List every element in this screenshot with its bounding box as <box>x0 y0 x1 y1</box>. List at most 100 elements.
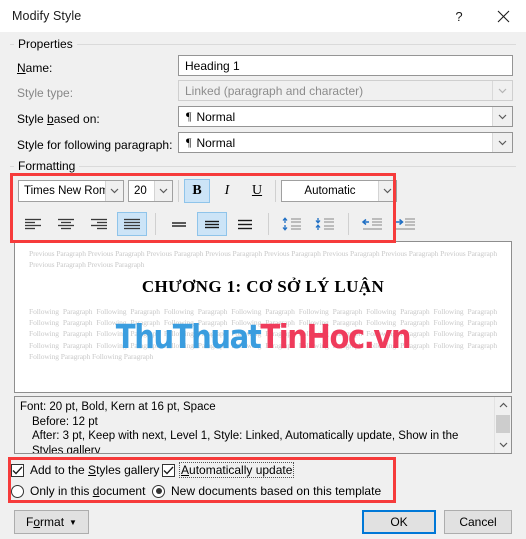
align-justify-icon <box>124 218 140 229</box>
line-spacing-single-button[interactable] <box>164 212 194 236</box>
line-spacing-double-button[interactable] <box>230 212 260 236</box>
toolbar-separator <box>178 180 179 202</box>
decrease-indent-icon <box>361 218 382 230</box>
only-in-this-document-radio[interactable]: Only in this document <box>11 484 145 498</box>
font-size-value: 20 <box>134 185 147 197</box>
font-family-value: Times New Roman <box>24 185 105 197</box>
line-spacing-1-5-button[interactable] <box>197 212 227 236</box>
style-based-on-dropdown[interactable]: ¶ Normal <box>178 106 513 127</box>
style-following-dropdown[interactable]: ¶ Normal <box>178 132 513 153</box>
chevron-down-icon[interactable] <box>492 107 512 126</box>
automatically-update-checkbox[interactable]: Automatically update <box>162 462 295 478</box>
close-icon <box>497 10 509 22</box>
spacing-before-icon <box>282 217 301 231</box>
chevron-down-icon[interactable] <box>105 181 123 201</box>
new-documents-radio[interactable]: New documents based on this template <box>152 484 381 498</box>
chevron-down-icon <box>492 81 512 100</box>
align-left-button[interactable] <box>18 212 48 236</box>
style-type-label: Style type: <box>17 86 74 100</box>
scrollbar-thumb[interactable] <box>496 415 510 433</box>
style-following-value: Normal <box>196 135 236 150</box>
spacing-before-button[interactable] <box>277 212 307 236</box>
bold-button[interactable]: B <box>184 179 210 203</box>
radio-dot <box>155 488 162 494</box>
only-in-this-document-label: Only in this document <box>30 484 146 498</box>
style-type-label-row: Style type: <box>17 82 73 104</box>
preview-heading: CHƯƠNG 1: CƠ SỞ LÝ LUẬN <box>141 277 385 296</box>
title-bar: Modify Style ? <box>0 0 526 32</box>
help-button[interactable]: ? <box>438 0 480 32</box>
name-value: Heading 1 <box>185 58 240 73</box>
font-color-combo[interactable]: Automatic <box>281 180 397 202</box>
toolbar-separator <box>155 213 156 235</box>
align-justify-button[interactable] <box>117 212 147 236</box>
pilcrow-icon: ¶ <box>186 109 192 123</box>
align-left-icon <box>25 218 41 229</box>
name-label-row: Name: <box>17 57 52 79</box>
cancel-button-label: Cancel <box>459 515 497 529</box>
style-following-label: Style for following paragraph: <box>17 138 173 152</box>
line-spacing-1-5-icon <box>205 220 219 228</box>
properties-group-line <box>10 44 516 45</box>
scroll-up-arrow-icon[interactable] <box>495 397 511 413</box>
cancel-button[interactable]: Cancel <box>444 510 512 534</box>
spacing-after-button[interactable] <box>310 212 340 236</box>
radio-box <box>152 484 165 498</box>
add-to-styles-gallery-checkbox[interactable]: Add to the Styles gallery <box>11 463 159 477</box>
align-right-button[interactable] <box>84 212 114 236</box>
align-right-icon <box>91 218 107 229</box>
checkbox-box <box>162 463 175 477</box>
style-following-label-row: Style for following paragraph: <box>17 134 172 156</box>
underline-button[interactable]: U <box>244 179 270 203</box>
style-type-value: Linked (paragraph and character) <box>185 83 364 98</box>
new-documents-label: New documents based on this template <box>171 484 382 498</box>
spacing-after-icon <box>315 218 334 230</box>
decrease-indent-button[interactable] <box>357 212 387 236</box>
ok-button-label: OK <box>390 515 408 529</box>
preview-previous-paragraph: Previous Paragraph Previous Paragraph Pr… <box>29 249 497 269</box>
description-line-3: After: 3 pt, Keep with next, Level 1, St… <box>32 430 459 454</box>
style-based-on-value: Normal <box>196 109 236 124</box>
align-center-button[interactable] <box>51 212 81 236</box>
formatting-group-label: Formatting <box>14 159 80 173</box>
description-line-1: Font: 20 pt, Bold, Kern at 16 pt, Space <box>20 401 216 413</box>
toolbar-separator <box>275 180 276 202</box>
font-toolbar-row: Times New Roman 20 B I U Automatic <box>18 179 397 203</box>
chevron-down-icon[interactable] <box>378 181 396 201</box>
name-input[interactable]: Heading 1 <box>178 55 513 76</box>
description-scrollbar[interactable] <box>494 397 511 453</box>
pilcrow-icon: ¶ <box>186 135 192 149</box>
line-spacing-double-icon <box>238 219 252 229</box>
format-button-label: Format <box>26 515 65 529</box>
checkbox-box <box>11 463 24 477</box>
preview-following-paragraph: Following Paragraph Following Paragraph … <box>29 307 497 361</box>
style-description-text: Font: 20 pt, Bold, Kern at 16 pt, Space … <box>15 397 494 454</box>
italic-button[interactable]: I <box>214 179 240 203</box>
description-line-2: Before: 12 pt <box>32 415 98 428</box>
font-family-combo[interactable]: Times New Roman <box>18 180 124 202</box>
automatically-update-label: Automatically update <box>179 462 295 478</box>
style-preview: Previous Paragraph Previous Paragraph Pr… <box>14 241 512 393</box>
question-mark-icon: ? <box>455 8 463 24</box>
close-button[interactable] <box>480 0 526 32</box>
paragraph-toolbar-row <box>18 212 420 236</box>
chevron-down-icon[interactable] <box>492 133 512 152</box>
font-color-value: Automatic <box>304 185 356 197</box>
style-based-on-label-row: Style based on: <box>17 108 100 130</box>
chevron-down-icon[interactable] <box>154 181 172 201</box>
scroll-down-arrow-icon[interactable] <box>495 437 511 453</box>
toolbar-separator <box>268 213 269 235</box>
format-button[interactable]: Format ▼ <box>14 510 89 534</box>
caret-down-icon: ▼ <box>69 517 77 527</box>
check-icon <box>163 466 174 474</box>
line-spacing-single-icon <box>172 221 186 227</box>
style-type-dropdown: Linked (paragraph and character) <box>178 80 513 101</box>
dialog-body: Properties Name: Heading 1 Style type: L… <box>0 32 526 539</box>
increase-indent-button[interactable] <box>390 212 420 236</box>
check-icon <box>12 466 23 474</box>
window-title: Modify Style <box>12 9 82 23</box>
radio-box <box>11 484 24 498</box>
properties-group-label: Properties <box>14 37 77 51</box>
ok-button[interactable]: OK <box>362 510 436 534</box>
font-size-combo[interactable]: 20 <box>128 180 173 202</box>
